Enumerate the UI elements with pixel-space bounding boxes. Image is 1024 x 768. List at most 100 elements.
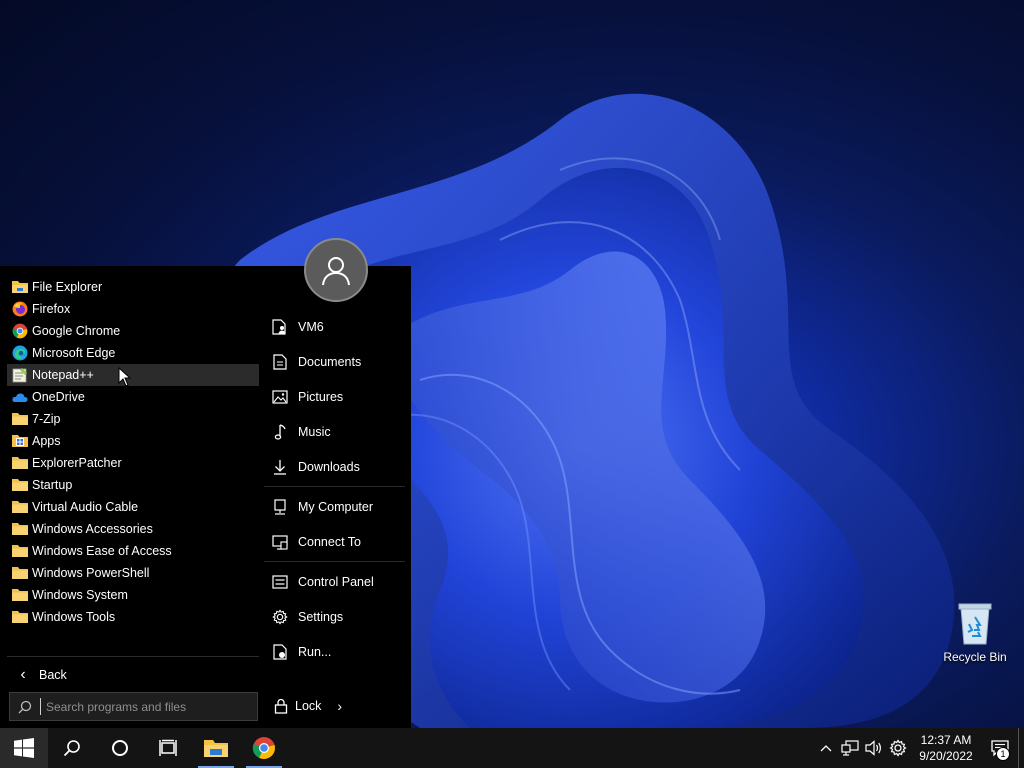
program-label: Windows System — [32, 588, 128, 602]
start-link-settings[interactable]: Settings — [264, 599, 405, 634]
program-label: Firefox — [32, 302, 71, 316]
start-links-separator — [264, 561, 405, 562]
program-item[interactable]: Windows PowerShell — [7, 562, 259, 584]
start-button[interactable] — [0, 728, 48, 768]
connect-icon — [271, 533, 289, 551]
start-link-label: Downloads — [298, 459, 360, 474]
program-label: OneDrive — [32, 390, 85, 404]
lock-label: Lock — [295, 699, 322, 713]
taskbar: 12:37 AM 9/20/2022 1 — [0, 728, 1024, 768]
folder-icon — [12, 455, 28, 471]
start-link-documents[interactable]: Documents — [264, 344, 405, 379]
folder-icon — [12, 411, 28, 427]
volume-button[interactable] — [862, 728, 886, 768]
notepadpp-icon — [12, 367, 28, 383]
program-item[interactable]: Firefox — [7, 298, 259, 320]
chrome-icon — [12, 323, 28, 339]
folder-icon — [12, 521, 28, 537]
program-item[interactable]: Virtual Audio Cable — [7, 496, 259, 518]
start-link-music[interactable]: Music — [264, 414, 405, 449]
program-item[interactable]: Windows System — [7, 584, 259, 606]
program-item[interactable]: Microsoft Edge — [7, 342, 259, 364]
program-label: Windows Accessories — [32, 522, 153, 536]
start-link-label: Documents — [298, 354, 362, 369]
start-link-control-panel[interactable]: Control Panel — [264, 564, 405, 599]
start-link-label: Control Panel — [298, 574, 374, 589]
task-view-icon — [159, 739, 177, 756]
search-box[interactable] — [9, 692, 258, 721]
shutdown-options-chevron-icon[interactable]: › — [337, 698, 342, 714]
task-view-button[interactable] — [144, 728, 192, 768]
start-link-my-computer[interactable]: My Computer — [264, 489, 405, 524]
text-caret — [40, 698, 41, 715]
start-link-vm6[interactable]: VM6 — [264, 309, 405, 344]
taskbar-file-explorer[interactable] — [192, 728, 240, 768]
start-menu: File Explorer Firefox Google Chrome Microso… — [0, 266, 411, 728]
search-input[interactable] — [46, 699, 257, 714]
cortana-button[interactable] — [96, 728, 144, 768]
run-icon — [271, 643, 289, 661]
download-icon — [271, 458, 289, 476]
user-folder-icon — [271, 318, 289, 336]
program-item[interactable]: OneDrive — [7, 386, 259, 408]
search-icon — [63, 740, 80, 757]
start-link-label: VM6 — [298, 319, 324, 334]
program-item[interactable]: Notepad++ — [7, 364, 259, 386]
gear-icon — [889, 739, 907, 757]
program-label: Apps — [32, 434, 61, 448]
program-item[interactable]: Windows Ease of Access — [7, 540, 259, 562]
start-link-downloads[interactable]: Downloads — [264, 449, 405, 484]
start-link-connect-to[interactable]: Connect To — [264, 524, 405, 559]
taskbar-google-chrome[interactable] — [240, 728, 288, 768]
clock[interactable]: 12:37 AM 9/20/2022 — [910, 732, 982, 764]
chevron-left-icon: ‹ — [20, 666, 26, 683]
start-link-run[interactable]: Run... — [264, 634, 405, 669]
recycle-bin-icon — [955, 600, 995, 646]
mouse-cursor-icon — [118, 367, 132, 387]
program-label: Windows PowerShell — [32, 566, 150, 580]
program-item[interactable]: Apps — [7, 430, 259, 452]
program-item[interactable]: Startup — [7, 474, 259, 496]
program-item[interactable]: 7-Zip — [7, 408, 259, 430]
program-label: Startup — [32, 478, 73, 492]
chevron-up-icon — [820, 745, 832, 752]
program-label: Windows Tools — [32, 610, 116, 624]
edge-icon — [12, 345, 28, 361]
program-item[interactable]: Google Chrome — [7, 320, 259, 342]
file-explorer-icon — [12, 279, 28, 295]
system-tray: 12:37 AM 9/20/2022 1 — [814, 728, 1024, 768]
program-item[interactable]: ExplorerPatcher — [7, 452, 259, 474]
start-link-label: Run... — [298, 644, 332, 659]
music-icon — [271, 423, 289, 441]
program-label: Windows Ease of Access — [32, 544, 172, 558]
folder-icon — [12, 499, 28, 515]
settings-tray-button[interactable] — [886, 728, 910, 768]
program-item[interactable]: File Explorer — [7, 276, 259, 298]
network-icon — [841, 740, 859, 756]
folder-icon — [12, 565, 28, 581]
program-label: 7-Zip — [32, 412, 61, 426]
lock-icon — [272, 698, 290, 714]
recycle-bin-shortcut[interactable]: Recycle Bin — [938, 600, 1012, 664]
user-avatar[interactable] — [304, 238, 368, 302]
folder-icon — [12, 609, 28, 625]
back-button[interactable]: ‹ Back — [7, 664, 259, 686]
start-link-pictures[interactable]: Pictures — [264, 379, 405, 414]
chrome-icon — [252, 737, 275, 759]
taskbar-search-button[interactable] — [48, 728, 96, 768]
clock-time: 12:37 AM — [920, 733, 972, 747]
folder-icon — [12, 543, 28, 559]
show-desktop-button[interactable] — [1018, 728, 1024, 768]
network-button[interactable] — [838, 728, 862, 768]
program-list: File Explorer Firefox Google Chrome Microso… — [7, 276, 259, 628]
lock-button[interactable]: Lock › — [272, 694, 342, 718]
program-item[interactable]: Windows Accessories — [7, 518, 259, 540]
picture-icon — [271, 388, 289, 406]
program-item[interactable]: Windows Tools — [7, 606, 259, 628]
back-label: Back — [39, 668, 67, 682]
start-link-label: Connect To — [298, 534, 362, 549]
action-center-button[interactable]: 1 — [982, 728, 1018, 768]
program-label: Microsoft Edge — [32, 346, 116, 360]
notification-count-badge: 1 — [996, 747, 1010, 761]
show-hidden-icons-button[interactable] — [814, 728, 838, 768]
